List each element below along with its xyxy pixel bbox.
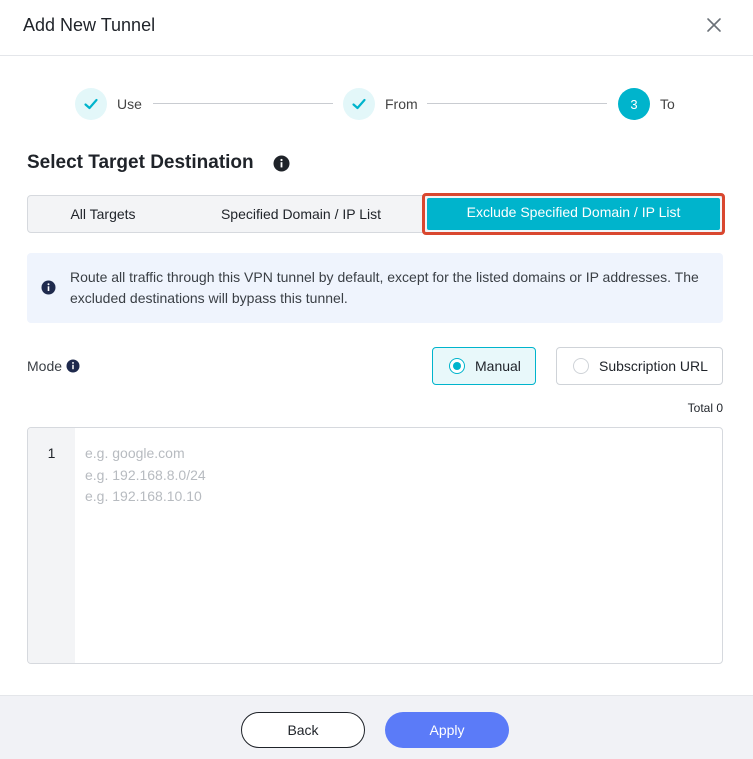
step-connector bbox=[153, 103, 333, 104]
step-from-label: From bbox=[385, 96, 418, 112]
step-to-label: To bbox=[660, 96, 675, 112]
step-from-indicator bbox=[343, 88, 375, 120]
mode-label: Mode bbox=[27, 358, 63, 374]
info-icon[interactable] bbox=[273, 155, 290, 172]
stepper: Use From 3 To bbox=[0, 86, 753, 122]
target-selector: All Targets Specified Domain / IP List E… bbox=[27, 193, 725, 235]
radio-unselected bbox=[573, 358, 589, 374]
dialog-header: Add New Tunnel bbox=[0, 0, 753, 56]
tab-all-targets[interactable]: All Targets bbox=[28, 196, 178, 232]
check-icon bbox=[352, 98, 366, 110]
section-title: Select Target Destination bbox=[27, 152, 254, 173]
info-icon bbox=[41, 280, 56, 295]
info-notice: Route all traffic through this VPN tunne… bbox=[27, 253, 723, 323]
step-connector bbox=[427, 103, 607, 104]
dialog-footer: Back Apply bbox=[0, 695, 753, 759]
line-number: 1 bbox=[47, 445, 56, 461]
step-use-label: Use bbox=[117, 96, 142, 112]
tab-exclude-specified-domain-ip-list[interactable]: Exclude Specified Domain / IP List bbox=[427, 198, 720, 230]
domain-ip-textarea[interactable] bbox=[85, 443, 712, 653]
step-to-indicator: 3 bbox=[618, 88, 650, 120]
mode-manual-option[interactable]: Manual bbox=[432, 347, 536, 385]
total-count: Total 0 bbox=[687, 401, 723, 415]
domain-ip-editor: 1 bbox=[27, 427, 723, 664]
tab-specified-domain-ip-list[interactable]: Specified Domain / IP List bbox=[198, 196, 404, 232]
apply-button[interactable]: Apply bbox=[385, 712, 509, 748]
close-button[interactable] bbox=[703, 14, 725, 36]
close-icon bbox=[707, 18, 721, 32]
dialog-title: Add New Tunnel bbox=[23, 15, 156, 35]
notice-text: Route all traffic through this VPN tunne… bbox=[70, 269, 699, 306]
line-number-gutter: 1 bbox=[28, 428, 75, 663]
step-use-indicator bbox=[75, 88, 107, 120]
mode-subscription-url-label: Subscription URL bbox=[599, 358, 708, 374]
radio-selected bbox=[449, 358, 465, 374]
tab-highlight-frame: Exclude Specified Domain / IP List bbox=[422, 193, 725, 235]
info-icon[interactable] bbox=[66, 359, 80, 373]
mode-manual-label: Manual bbox=[475, 358, 521, 374]
check-icon bbox=[84, 98, 98, 110]
mode-subscription-url-option[interactable]: Subscription URL bbox=[556, 347, 723, 385]
back-button[interactable]: Back bbox=[241, 712, 365, 748]
